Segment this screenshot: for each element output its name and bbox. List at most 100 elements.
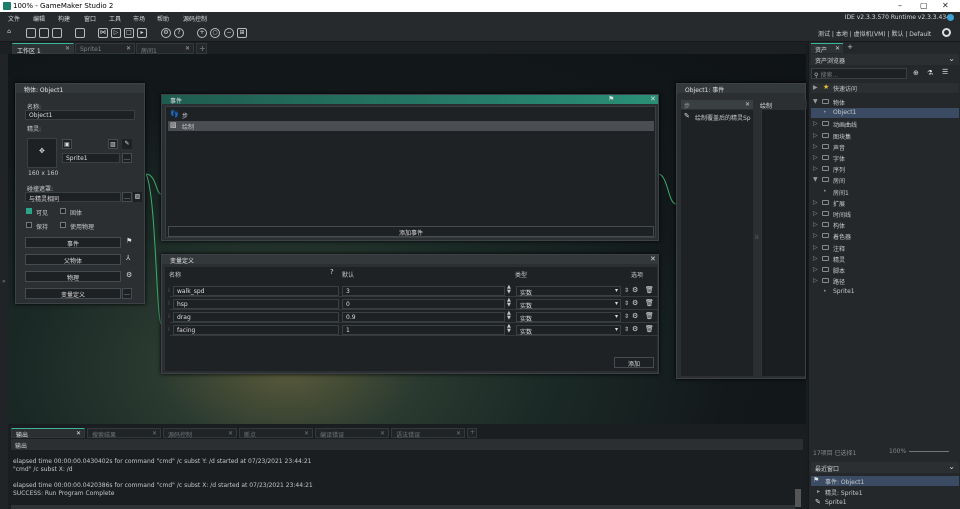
- update-icon[interactable]: [947, 14, 954, 21]
- tab-output[interactable]: 输出 ✕: [11, 428, 85, 439]
- close-icon[interactable]: ✕: [76, 430, 81, 437]
- menu-window[interactable]: 窗口: [84, 14, 96, 23]
- zoom-out-icon[interactable]: −: [224, 28, 234, 38]
- variable-value-input[interactable]: 0: [342, 299, 505, 309]
- asset-search-input[interactable]: ⚲ 搜索...: [811, 68, 907, 79]
- close-icon[interactable]: ✕: [380, 430, 385, 437]
- chevron-down-icon[interactable]: ▼: [813, 98, 818, 105]
- workspace-canvas[interactable]: 物体: Object1 名称: Object1 精灵: ✥ ▣ ▨ ✎ Spri…: [8, 54, 807, 424]
- close-icon[interactable]: ✕: [228, 430, 233, 437]
- close-icon[interactable]: ✕: [650, 95, 656, 103]
- trash-icon[interactable]: 🗑: [645, 312, 654, 320]
- asset-folder[interactable]: ▷ 序列: [811, 164, 959, 174]
- asset-item[interactable]: • Object1: [811, 108, 959, 119]
- recent-item-sprite1[interactable]: ✎ Sprite1: [811, 498, 959, 508]
- stepper-icon[interactable]: ▲ ▼: [507, 311, 511, 321]
- stepper-icon[interactable]: ▲ ▼: [507, 324, 511, 334]
- edit-sprite-icon[interactable]: ▨: [108, 139, 118, 149]
- tab-room1[interactable]: 房间1 ✕: [136, 43, 194, 55]
- expand-left-icon[interactable]: »: [2, 278, 6, 285]
- chevron-down-icon[interactable]: ▼: [813, 176, 818, 183]
- drag-handle-icon[interactable]: ⁞: [168, 313, 170, 320]
- chevron-right-icon[interactable]: ▷: [813, 266, 818, 273]
- trash-icon[interactable]: 🗑: [645, 299, 654, 307]
- variable-name-input[interactable]: drag: [173, 312, 339, 322]
- tab-breakpoints[interactable]: 断点 ✕: [239, 428, 313, 439]
- close-icon[interactable]: ✕: [185, 45, 190, 52]
- chevron-right-icon[interactable]: ▷: [813, 143, 818, 150]
- add-asset-tab-button[interactable]: +: [845, 43, 855, 53]
- stop-icon[interactable]: □: [124, 28, 134, 38]
- trash-icon[interactable]: 🗑: [645, 325, 654, 333]
- pencil-icon[interactable]: ✎: [122, 139, 132, 149]
- asset-folder[interactable]: ▼ 物体: [811, 97, 959, 107]
- home-icon[interactable]: ⌂: [4, 28, 14, 38]
- menu-edit[interactable]: 编辑: [33, 14, 45, 23]
- tab-draw[interactable]: 绘制: [757, 100, 807, 110]
- close-icon[interactable]: ✕: [456, 430, 461, 437]
- move-icon[interactable]: ⇕: [624, 313, 629, 320]
- settings-icon[interactable]: ⚙: [161, 28, 171, 38]
- physics-checkbox[interactable]: [60, 222, 66, 228]
- chevron-right-icon[interactable]: ▷: [813, 165, 818, 172]
- variable-name-input[interactable]: walk_spd: [173, 286, 339, 296]
- drag-handle-icon[interactable]: ⁞: [168, 326, 170, 333]
- recent-item-sprite[interactable]: ▸ 精灵: Sprite1: [811, 487, 959, 497]
- drag-handle-icon[interactable]: ⁞: [168, 287, 170, 294]
- stepper-icon[interactable]: ▲ ▼: [507, 285, 511, 295]
- output-scrollbar[interactable]: [795, 489, 801, 507]
- open-project-icon[interactable]: [39, 28, 49, 38]
- chevron-right-icon[interactable]: ▷: [813, 199, 818, 206]
- asset-item[interactable]: • 房间1: [811, 187, 959, 197]
- object-name-input[interactable]: Object1: [25, 110, 135, 120]
- zoom-slider[interactable]: [909, 451, 949, 452]
- create-executable-icon[interactable]: ▸: [137, 28, 147, 38]
- help-icon[interactable]: ?: [330, 268, 334, 276]
- hierarchy-icon[interactable]: ⅄: [126, 254, 130, 262]
- variable-type-select[interactable]: 实数 ▾: [516, 312, 621, 323]
- close-icon[interactable]: ✕: [152, 430, 157, 437]
- menu-help[interactable]: 帮助: [157, 14, 169, 23]
- new-sprite-icon[interactable]: ▣: [62, 139, 72, 149]
- asset-folder[interactable]: ▷ 声音: [811, 142, 959, 152]
- move-icon[interactable]: ⇕: [624, 300, 629, 307]
- new-project-icon[interactable]: [26, 28, 36, 38]
- filter-icon[interactable]: ⚗: [927, 69, 933, 77]
- clean-icon[interactable]: [75, 28, 85, 38]
- settings-icon[interactable]: ⚙: [632, 286, 638, 294]
- chevron-right-icon[interactable]: ▷: [813, 132, 818, 139]
- variable-type-select[interactable]: 实数 ▾: [516, 325, 621, 336]
- asset-folder[interactable]: ▷ 着色器: [811, 231, 959, 241]
- add-asset-icon[interactable]: ⊕: [913, 69, 919, 77]
- close-icon[interactable]: ✕: [745, 101, 750, 108]
- event-description[interactable]: 绘制覆盖后的精灵Sp: [695, 113, 751, 122]
- event-draw[interactable]: ▨ 绘制: [168, 121, 654, 131]
- tab-source-control[interactable]: 源码控制 ✕: [163, 428, 237, 439]
- tab-step[interactable]: 步 ✕: [681, 100, 753, 110]
- debug-icon[interactable]: ⋈: [98, 28, 108, 38]
- close-icon[interactable]: ✕: [650, 255, 656, 263]
- menu-file[interactable]: 文件: [8, 14, 20, 23]
- recent-item-events[interactable]: ⚑ 事件: Object1: [811, 476, 959, 486]
- add-output-tab-button[interactable]: +: [467, 428, 477, 438]
- event-step[interactable]: 👣 步: [168, 110, 654, 120]
- move-icon[interactable]: ⇕: [624, 326, 629, 333]
- fit-icon[interactable]: ⊞: [237, 28, 247, 38]
- variable-value-input[interactable]: 0.9: [342, 312, 505, 322]
- tab-workspace-1[interactable]: 工作区 1 ✕: [12, 43, 74, 55]
- drag-handle-icon[interactable]: ⁞: [168, 300, 170, 307]
- menu-build[interactable]: 构建: [58, 14, 70, 23]
- vardef-more-button[interactable]: …: [122, 288, 132, 299]
- settings-icon[interactable]: ⚙: [632, 299, 638, 307]
- close-icon[interactable]: ✕: [65, 45, 70, 52]
- chevron-right-icon[interactable]: ▷: [813, 277, 818, 284]
- variable-value-input[interactable]: 3: [342, 286, 505, 296]
- visible-checkbox[interactable]: [26, 208, 32, 214]
- trash-icon[interactable]: 🗑: [645, 286, 654, 294]
- chevron-right-icon[interactable]: ▷: [813, 120, 818, 127]
- sprite-selector[interactable]: Sprite1: [62, 153, 120, 163]
- tab-search-results[interactable]: 搜索结果 ✕: [87, 428, 161, 439]
- variable-type-select[interactable]: 实数 ▾: [516, 286, 621, 297]
- asset-folder[interactable]: ▷ 图块集: [811, 131, 959, 141]
- sprite-preview[interactable]: ✥: [27, 138, 57, 168]
